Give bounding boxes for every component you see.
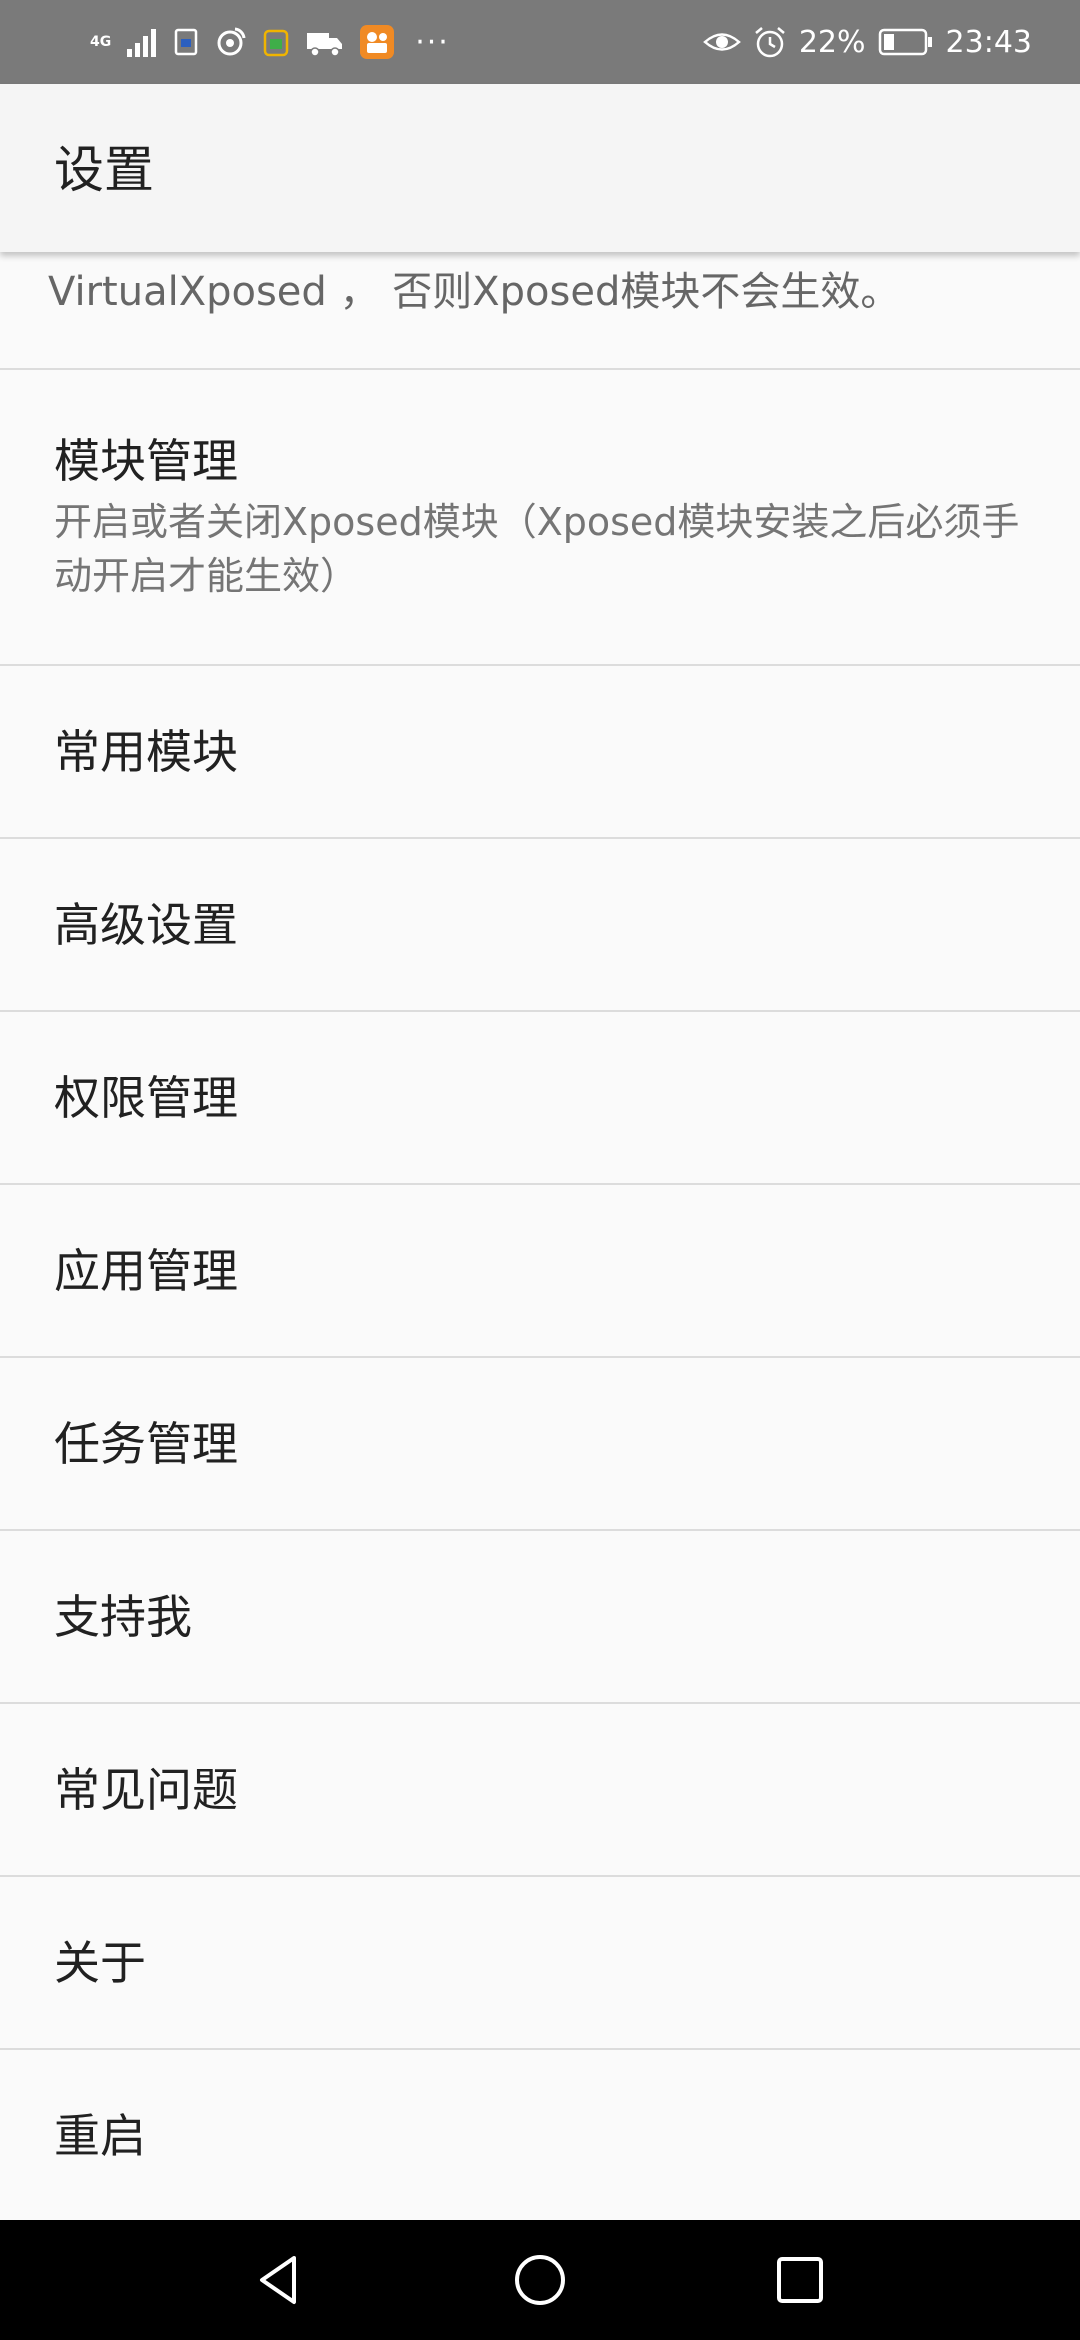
list-item-title: 重启 bbox=[54, 2108, 146, 2163]
wechat-icon bbox=[261, 25, 291, 59]
list-item-support-me[interactable]: 支持我 bbox=[0, 1531, 1080, 1704]
page-title: 设置 bbox=[54, 141, 154, 199]
more-notifications: ··· bbox=[415, 24, 450, 60]
home-icon[interactable] bbox=[490, 2230, 590, 2330]
list-item-module-management[interactable]: 模块管理 开启或者关闭Xposed模块（Xposed模块安装之后必须手动开启才能… bbox=[0, 370, 1080, 666]
list-item-title: 任务管理 bbox=[54, 1416, 238, 1471]
list-item-task-management[interactable]: 任务管理 bbox=[0, 1358, 1080, 1531]
list-item-common-modules[interactable]: 常用模块 bbox=[0, 666, 1080, 839]
truck-icon bbox=[305, 27, 345, 57]
list-item-partial[interactable]: VirtualXposed ， 否则Xposed模块不会生效。 bbox=[0, 252, 1080, 370]
list-item-app-management[interactable]: 应用管理 bbox=[0, 1185, 1080, 1358]
list-item-title: 关于 bbox=[54, 1935, 146, 1990]
back-icon[interactable] bbox=[230, 2230, 330, 2330]
video-app-icon bbox=[359, 24, 395, 60]
list-item-title: 常见问题 bbox=[54, 1762, 238, 1817]
status-left-icons: 4G ··· bbox=[90, 20, 450, 64]
list-item-summary: 开启或者关闭Xposed模块（Xposed模块安装之后必须手动开启才能生效） bbox=[54, 500, 1020, 598]
app-bar: 设置 bbox=[0, 84, 1080, 252]
list-item-about[interactable]: 关于 bbox=[0, 1877, 1080, 2050]
list-item-title: 权限管理 bbox=[54, 1070, 238, 1125]
status-bar: 4G ··· 22% 23:43 bbox=[0, 0, 1080, 84]
weibo-icon bbox=[213, 25, 247, 59]
list-item-title: 应用管理 bbox=[54, 1243, 238, 1298]
list-item-faq[interactable]: 常见问题 bbox=[0, 1704, 1080, 1877]
recents-icon[interactable] bbox=[750, 2230, 850, 2330]
battery-icon bbox=[878, 27, 934, 57]
list-item-title: 常用模块 bbox=[54, 724, 238, 779]
list-item-permission-management[interactable]: 权限管理 bbox=[0, 1012, 1080, 1185]
list-item-advanced-settings[interactable]: 高级设置 bbox=[0, 839, 1080, 1012]
partial-item-summary: VirtualXposed ， 否则Xposed模块不会生效。 bbox=[48, 269, 901, 315]
battery-percent: 22% bbox=[798, 24, 866, 60]
eye-icon bbox=[702, 27, 741, 57]
list-item-reboot[interactable]: 重启 bbox=[0, 2050, 1080, 2220]
list-item-title: 模块管理 bbox=[54, 434, 238, 488]
navigation-bar bbox=[0, 2220, 1080, 2340]
alarm-icon bbox=[753, 25, 787, 59]
signal-icon bbox=[125, 25, 159, 59]
status-right-icons: 22% 23:43 bbox=[702, 20, 1032, 64]
list-item-title: 高级设置 bbox=[54, 897, 238, 952]
list-item-title: 支持我 bbox=[54, 1589, 192, 1644]
network-type: 4G bbox=[90, 35, 111, 49]
network-type-label: 4G bbox=[90, 34, 112, 50]
clock: 23:43 bbox=[945, 24, 1032, 60]
sim-icon bbox=[173, 27, 199, 57]
settings-list[interactable]: VirtualXposed ， 否则Xposed模块不会生效。 模块管理 开启或… bbox=[0, 252, 1080, 2220]
